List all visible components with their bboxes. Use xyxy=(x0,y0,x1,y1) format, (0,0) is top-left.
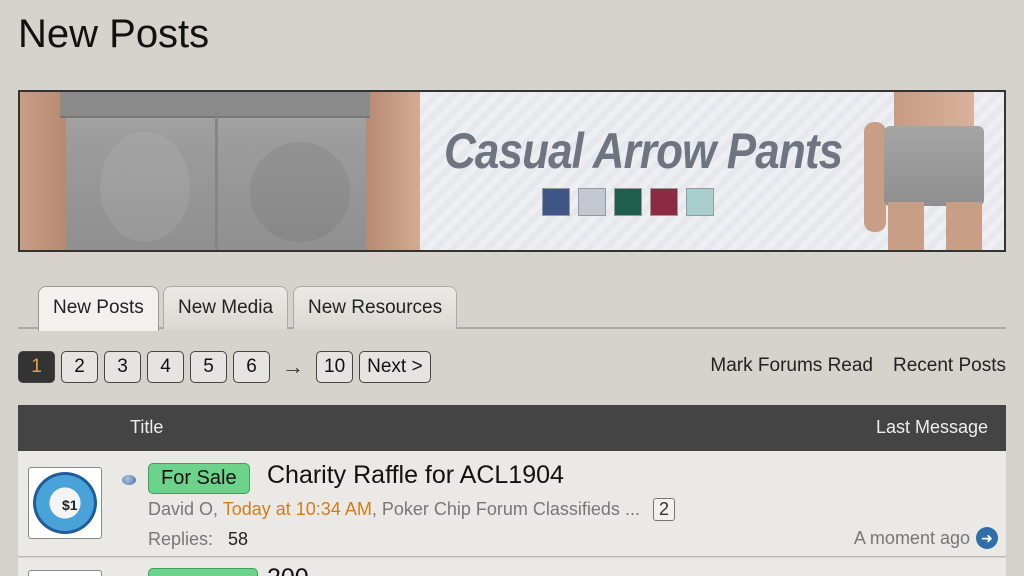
last-message-time[interactable]: A moment ago xyxy=(854,528,970,549)
ad-banner[interactable]: Casual Arrow Pants xyxy=(18,90,1006,252)
thread-title-link[interactable]: Charity Raffle for ACL1904 xyxy=(267,461,564,490)
banner-pants-image xyxy=(20,92,420,250)
banner-model-image xyxy=(854,92,1004,250)
replies-value: 58 xyxy=(228,529,249,549)
tab-new-resources[interactable]: New Resources xyxy=(293,286,458,329)
pagination: 1 2 3 4 5 6 → 10 Next > xyxy=(18,351,437,383)
replies-label: Replies: xyxy=(148,529,214,549)
tab-new-posts[interactable]: New Posts xyxy=(38,286,159,331)
mark-forums-read-link[interactable]: Mark Forums Read xyxy=(710,355,873,377)
thread-meta: David O, Today at 10:34 AM, Poker Chip F… xyxy=(148,498,675,521)
unread-indicator-icon xyxy=(122,475,136,485)
replies-count: Replies: 58 xyxy=(148,529,248,550)
column-last-message[interactable]: Last Message xyxy=(876,417,988,438)
swatch xyxy=(542,188,570,216)
avatar[interactable]: $1 xyxy=(28,467,102,539)
page-link-5[interactable]: 5 xyxy=(190,351,227,383)
forum-links: Mark Forums Read Recent Posts xyxy=(710,355,1006,377)
page-link-2[interactable]: 2 xyxy=(61,351,98,383)
page-skip-arrow-icon: → xyxy=(282,354,304,379)
pages-ellipsis: ... xyxy=(624,499,640,519)
thread-forum-link[interactable]: Poker Chip Forum Classifieds xyxy=(382,499,620,519)
tab-bar: New Posts New Media New Resources xyxy=(18,286,1006,331)
swatch xyxy=(614,188,642,216)
column-title[interactable]: Title xyxy=(130,417,163,438)
thread-title-link[interactable]: 200 ................. xyxy=(267,564,434,576)
next-page-button[interactable]: Next > xyxy=(359,351,431,383)
recent-posts-link[interactable]: Recent Posts xyxy=(893,355,1006,377)
color-swatches xyxy=(542,188,714,216)
thread-author-link[interactable]: David O xyxy=(148,499,213,519)
page-link-6[interactable]: 6 xyxy=(233,351,270,383)
thread-row: $1 For Sale Charity Raffle for ACL1904 D… xyxy=(18,451,1006,557)
swatch xyxy=(686,188,714,216)
thread-start-time: Today at 10:34 AM xyxy=(222,499,372,519)
thread-list-header: Title Last Message xyxy=(18,405,1006,451)
avatar[interactable] xyxy=(28,570,102,576)
page-link-last[interactable]: 10 xyxy=(316,351,354,383)
page-link-3[interactable]: 3 xyxy=(104,351,141,383)
go-to-last-post-icon[interactable]: ➜ xyxy=(976,527,998,549)
thread-prefix-badge[interactable] xyxy=(148,568,258,576)
swatch xyxy=(578,188,606,216)
swatch xyxy=(650,188,678,216)
page-link-4[interactable]: 4 xyxy=(147,351,184,383)
last-message[interactable]: A moment ago ➜ xyxy=(854,527,998,549)
thread-page-link[interactable]: 2 xyxy=(652,498,675,521)
thread-row: 200 ................. xyxy=(18,558,1006,576)
banner-text: Casual Arrow Pants xyxy=(444,123,843,179)
page-link-1[interactable]: 1 xyxy=(18,351,55,383)
tab-new-media[interactable]: New Media xyxy=(163,286,289,329)
page-title: New Posts xyxy=(18,12,210,56)
poker-chip-avatar-icon: $1 xyxy=(33,472,97,534)
thread-prefix-badge[interactable]: For Sale xyxy=(148,463,250,494)
